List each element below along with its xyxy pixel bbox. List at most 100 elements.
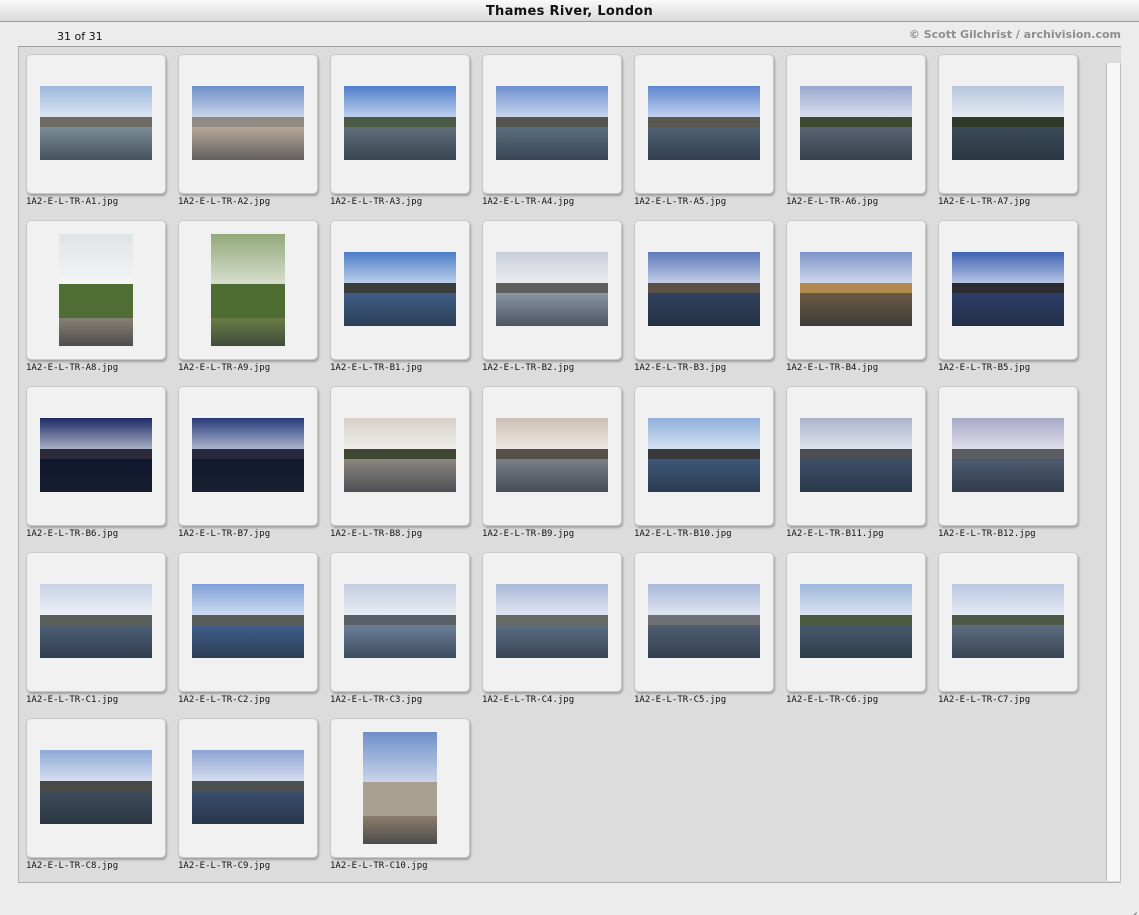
photo-thumbnail[interactable] [192,86,304,160]
thumbnail-cell[interactable]: 1A2-E-L-TR-B12.jpg [931,379,1083,541]
slide-mount[interactable] [786,552,926,692]
thumbnail-cell[interactable]: 1A2-E-L-TR-B3.jpg [627,213,779,375]
thumbnail-cell[interactable]: 1A2-E-L-TR-C9.jpg [171,711,323,873]
thumbnail-filename: 1A2-E-L-TR-A3.jpg [330,197,423,207]
photo-thumbnail[interactable] [40,86,152,160]
photo-thumbnail[interactable] [952,252,1064,326]
photo-thumbnail[interactable] [800,584,912,658]
photo-thumbnail[interactable] [192,418,304,492]
photo-thumbnail[interactable] [496,584,608,658]
photo-thumbnail[interactable] [496,86,608,160]
thumbnail-cell[interactable]: 1A2-E-L-TR-C2.jpg [171,545,323,707]
slide-mount[interactable] [634,386,774,526]
photo-thumbnail[interactable] [192,750,304,824]
slide-mount[interactable] [482,54,622,194]
slide-mount[interactable] [330,54,470,194]
thumbnail-cell[interactable]: 1A2-E-L-TR-B7.jpg [171,379,323,541]
thumbnail-cell[interactable]: 1A2-E-L-TR-C7.jpg [931,545,1083,707]
thumbnail-cell[interactable]: 1A2-E-L-TR-B11.jpg [779,379,931,541]
slide-mount[interactable] [178,552,318,692]
photo-thumbnail[interactable] [344,418,456,492]
photo-skyline [344,615,456,626]
slide-mount[interactable] [938,552,1078,692]
slide-mount[interactable] [26,220,166,360]
photo-thumbnail[interactable] [59,234,133,346]
photo-thumbnail[interactable] [648,584,760,658]
photo-sky [648,252,760,284]
slide-mount[interactable] [178,54,318,194]
thumbnail-cell[interactable]: 1A2-E-L-TR-B9.jpg [475,379,627,541]
photo-thumbnail[interactable] [952,418,1064,492]
vertical-scrollbar[interactable] [1106,63,1121,881]
thumbnail-cell[interactable]: 1A2-E-L-TR-B2.jpg [475,213,627,375]
photo-thumbnail[interactable] [363,732,437,844]
slide-mount[interactable] [330,220,470,360]
slide-mount[interactable] [330,386,470,526]
photo-thumbnail[interactable] [648,86,760,160]
thumbnail-cell[interactable]: 1A2-E-L-TR-B10.jpg [627,379,779,541]
thumbnail-cell[interactable]: 1A2-E-L-TR-A9.jpg [171,213,323,375]
slide-mount[interactable] [482,552,622,692]
photo-thumbnail[interactable] [800,418,912,492]
slide-mount[interactable] [178,718,318,858]
photo-thumbnail[interactable] [800,86,912,160]
slide-mount[interactable] [938,220,1078,360]
thumbnail-cell[interactable]: 1A2-E-L-TR-A3.jpg [323,47,475,209]
photo-thumbnail[interactable] [496,252,608,326]
thumbnail-cell[interactable]: 1A2-E-L-TR-C10.jpg [323,711,475,873]
thumbnail-cell[interactable]: 1A2-E-L-TR-B6.jpg [19,379,171,541]
thumbnail-cell[interactable]: 1A2-E-L-TR-C1.jpg [19,545,171,707]
slide-mount[interactable] [938,386,1078,526]
slide-mount[interactable] [26,54,166,194]
slide-mount[interactable] [786,220,926,360]
thumbnail-cell[interactable]: 1A2-E-L-TR-C8.jpg [19,711,171,873]
photo-thumbnail[interactable] [344,252,456,326]
photo-thumbnail[interactable] [800,252,912,326]
photo-thumbnail[interactable] [496,418,608,492]
thumbnail-cell[interactable]: 1A2-E-L-TR-A8.jpg [19,213,171,375]
photo-thumbnail[interactable] [40,418,152,492]
resize-grip-icon[interactable] [1124,900,1137,915]
thumbnail-cell[interactable]: 1A2-E-L-TR-A4.jpg [475,47,627,209]
thumbnail-cell[interactable]: 1A2-E-L-TR-C5.jpg [627,545,779,707]
slide-mount[interactable] [178,386,318,526]
thumbnail-cell[interactable]: 1A2-E-L-TR-C4.jpg [475,545,627,707]
slide-mount[interactable] [482,386,622,526]
slide-mount[interactable] [634,54,774,194]
window-titlebar[interactable]: Thames River, London [0,0,1139,22]
thumbnail-cell[interactable]: 1A2-E-L-TR-A2.jpg [171,47,323,209]
thumbnail-cell[interactable]: 1A2-E-L-TR-B5.jpg [931,213,1083,375]
thumbnail-cell[interactable]: 1A2-E-L-TR-A7.jpg [931,47,1083,209]
slide-mount[interactable] [330,552,470,692]
slide-mount[interactable] [634,220,774,360]
slide-mount[interactable] [26,386,166,526]
slide-mount[interactable] [634,552,774,692]
slide-mount[interactable] [786,386,926,526]
thumbnail-cell[interactable]: 1A2-E-L-TR-A1.jpg [19,47,171,209]
photo-thumbnail[interactable] [952,86,1064,160]
photo-thumbnail[interactable] [344,86,456,160]
thumbnail-cell[interactable]: 1A2-E-L-TR-A6.jpg [779,47,931,209]
photo-sky [211,234,285,285]
thumbnail-cell[interactable]: 1A2-E-L-TR-C3.jpg [323,545,475,707]
thumbnail-cell[interactable]: 1A2-E-L-TR-B4.jpg [779,213,931,375]
photo-thumbnail[interactable] [40,750,152,824]
photo-thumbnail[interactable] [211,234,285,346]
slide-mount[interactable] [938,54,1078,194]
thumbnail-cell[interactable]: 1A2-E-L-TR-C6.jpg [779,545,931,707]
thumbnail-cell[interactable]: 1A2-E-L-TR-B8.jpg [323,379,475,541]
slide-mount[interactable] [178,220,318,360]
slide-mount[interactable] [26,718,166,858]
photo-thumbnail[interactable] [40,584,152,658]
slide-mount[interactable] [26,552,166,692]
photo-thumbnail[interactable] [952,584,1064,658]
photo-thumbnail[interactable] [344,584,456,658]
photo-thumbnail[interactable] [192,584,304,658]
slide-mount[interactable] [330,718,470,858]
thumbnail-cell[interactable]: 1A2-E-L-TR-A5.jpg [627,47,779,209]
thumbnail-cell[interactable]: 1A2-E-L-TR-B1.jpg [323,213,475,375]
slide-mount[interactable] [786,54,926,194]
photo-thumbnail[interactable] [648,252,760,326]
slide-mount[interactable] [482,220,622,360]
photo-thumbnail[interactable] [648,418,760,492]
